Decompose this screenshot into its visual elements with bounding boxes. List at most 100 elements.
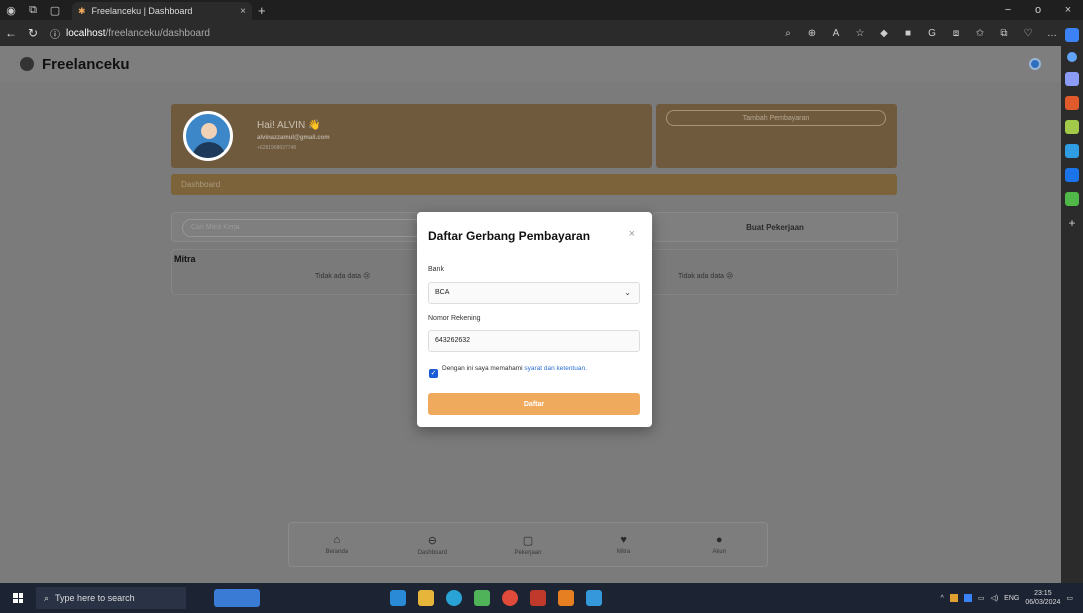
mitra-icon: ♥ bbox=[620, 534, 627, 546]
office-icon[interactable] bbox=[1065, 144, 1079, 158]
app-icon-red[interactable] bbox=[530, 590, 546, 606]
app-icon-orange[interactable] bbox=[558, 590, 574, 606]
dashboard-icon: ⊖ bbox=[427, 534, 437, 547]
clock[interactable]: 23:15 06/03/2024 bbox=[1025, 589, 1060, 607]
nav-label: Beranda bbox=[325, 549, 349, 555]
minimize-button[interactable]: − bbox=[993, 0, 1023, 20]
search-icon: ⌕ bbox=[44, 592, 50, 603]
favorites-icon[interactable]: ✩ bbox=[971, 28, 989, 39]
profile-email: alvinazzamul@gmail.com bbox=[257, 135, 330, 141]
daftar-button[interactable]: Daftar bbox=[428, 393, 640, 415]
nav-mitra[interactable]: ♥ Mitra bbox=[576, 523, 672, 566]
terms-checkbox[interactable]: ✓ bbox=[429, 369, 438, 378]
no-data-right: Tidak ada data 😢 bbox=[678, 273, 734, 280]
nav-label: Mitra bbox=[616, 549, 631, 555]
taskbar-apps bbox=[390, 583, 602, 613]
system-tray: ^ ▭ ◁) ENG 23:15 06/03/2024 ▭ bbox=[941, 583, 1073, 613]
more-menu-icon[interactable]: … bbox=[1043, 28, 1061, 39]
tray-chevron-icon[interactable]: ^ bbox=[941, 595, 944, 602]
find-icon[interactable]: ⌕ bbox=[779, 28, 797, 39]
mitra-title: Mitra bbox=[174, 254, 196, 264]
search-icon[interactable] bbox=[1067, 52, 1077, 62]
games-icon[interactable] bbox=[1065, 120, 1079, 134]
notifications-icon[interactable]: ▭ bbox=[1066, 594, 1073, 602]
extension-icon-3[interactable]: G bbox=[923, 28, 941, 39]
site-favicon-icon: ✱ bbox=[78, 5, 86, 16]
add-sidebar-icon[interactable]: + bbox=[1065, 216, 1079, 230]
windows-logo-icon bbox=[13, 593, 23, 603]
chrome-icon[interactable] bbox=[502, 590, 518, 606]
drop-icon[interactable] bbox=[1065, 192, 1079, 206]
app-icon-green[interactable] bbox=[474, 590, 490, 606]
rekening-input[interactable]: 643262632 bbox=[428, 330, 640, 352]
collections-icon[interactable]: ⧉ bbox=[995, 28, 1013, 39]
network-icon[interactable]: ▭ bbox=[978, 594, 985, 602]
extension-icon[interactable]: ◆ bbox=[875, 28, 893, 39]
nav-beranda[interactable]: ⌂ Beranda bbox=[289, 523, 385, 566]
browser-tab[interactable]: ✱ Freelanceku | Dashboard × bbox=[72, 2, 252, 20]
add-payment-button[interactable]: Tambah Pembayaran bbox=[666, 110, 886, 126]
split-screen-icon[interactable]: ⧈ bbox=[947, 28, 965, 39]
maximize-button[interactable]: o bbox=[1023, 0, 1053, 20]
tab-close-icon[interactable]: × bbox=[240, 6, 246, 17]
read-aloud-icon[interactable]: A bbox=[827, 28, 845, 39]
language-indicator[interactable]: ENG bbox=[1004, 595, 1019, 602]
nav-pekerjaan[interactable]: ▢ Pekerjaan bbox=[480, 523, 576, 566]
no-data-left: Tidak ada data 😢 bbox=[315, 273, 371, 280]
profile-greeting: Hai! ALVIN 👋 bbox=[257, 120, 321, 131]
bank-select[interactable]: BCA ⌄ bbox=[428, 282, 640, 304]
edge-icon[interactable] bbox=[446, 590, 462, 606]
profile-icon[interactable]: ◉ bbox=[0, 0, 22, 20]
terms-link[interactable]: syarat dan ketentuan. bbox=[524, 365, 587, 372]
browser-toolbar: ⌕ ⊕ A ☆ ◆ ■ G ⧈ ✩ ⧉ ♡ … bbox=[779, 20, 1061, 46]
tray-app-icon-2[interactable] bbox=[963, 594, 972, 602]
url-path: /freelanceku/dashboard bbox=[105, 27, 210, 39]
address-bar: ← ↻ ⓘ localhost/freelanceku/dashboard ⌕ … bbox=[0, 20, 1083, 46]
create-job-button[interactable]: Buat Pekerjaan bbox=[652, 212, 898, 242]
terms-text-prefix: Dengan ini saya memahami bbox=[442, 365, 525, 372]
payment-gateway-modal: Daftar Gerbang Pembayaran × Bank BCA ⌄ N… bbox=[417, 212, 652, 427]
workspaces-icon[interactable]: ⧉ bbox=[22, 0, 44, 20]
new-tab-button[interactable]: + bbox=[258, 3, 266, 18]
app-header: Freelanceku bbox=[0, 46, 1061, 82]
vscode-icon[interactable] bbox=[390, 590, 406, 606]
browser-essentials-icon[interactable]: ♡ bbox=[1019, 28, 1037, 39]
nav-dashboard[interactable]: ⊖ Dashboard bbox=[385, 523, 481, 566]
taskbar-search[interactable]: ⌕ Type here to search bbox=[36, 587, 186, 609]
search-mitra-input[interactable]: Cari Mitra Kerja bbox=[182, 219, 422, 237]
bottom-nav: ⌂ Beranda ⊖ Dashboard ▢ Pekerjaan ♥ Mitr… bbox=[288, 522, 768, 567]
tag-icon[interactable] bbox=[1065, 72, 1079, 86]
favorite-star-icon[interactable]: ☆ bbox=[851, 28, 869, 39]
rekening-label: Nomor Rekening bbox=[428, 315, 481, 322]
start-button[interactable] bbox=[8, 583, 28, 613]
url-field[interactable]: ⓘ localhost/freelanceku/dashboard bbox=[50, 26, 650, 41]
copilot-icon[interactable] bbox=[1065, 28, 1079, 42]
user-avatar-icon[interactable] bbox=[1029, 58, 1041, 70]
file-explorer-icon[interactable] bbox=[418, 590, 434, 606]
tray-app-icon[interactable] bbox=[949, 594, 958, 602]
widget-icon[interactable] bbox=[214, 589, 260, 607]
app-logo-icon bbox=[20, 57, 34, 71]
nav-akun[interactable]: ● Akun bbox=[671, 523, 767, 566]
close-icon[interactable]: × bbox=[629, 228, 635, 240]
shopping-icon[interactable] bbox=[1065, 96, 1079, 110]
outlook-icon[interactable] bbox=[1065, 168, 1079, 182]
bank-label: Bank bbox=[428, 266, 444, 273]
zoom-icon[interactable]: ⊕ bbox=[803, 28, 821, 39]
volume-icon[interactable]: ◁) bbox=[990, 594, 998, 602]
app-icon-blue[interactable] bbox=[586, 590, 602, 606]
account-icon: ● bbox=[715, 534, 723, 546]
site-info-icon[interactable]: ⓘ bbox=[50, 26, 60, 41]
payment-card: Tambah Pembayaran bbox=[656, 104, 897, 168]
terms-text: Dengan ini saya memahami syarat dan kete… bbox=[442, 364, 632, 373]
tab-actions-icon[interactable]: ▢ bbox=[44, 0, 66, 20]
close-window-button[interactable]: × bbox=[1053, 0, 1083, 20]
url-host: localhost bbox=[66, 27, 106, 39]
extension-icon-2[interactable]: ■ bbox=[899, 28, 917, 39]
nav-label: Dashboard bbox=[417, 549, 448, 556]
browser-tab-bar: ◉ ⧉ ▢ ✱ Freelanceku | Dashboard × + − o … bbox=[0, 0, 1083, 20]
back-button[interactable]: ← bbox=[0, 26, 22, 40]
refresh-button[interactable]: ↻ bbox=[22, 26, 44, 40]
window-controls: − o × bbox=[993, 0, 1083, 20]
tab-title: Freelanceku | Dashboard bbox=[91, 6, 193, 16]
